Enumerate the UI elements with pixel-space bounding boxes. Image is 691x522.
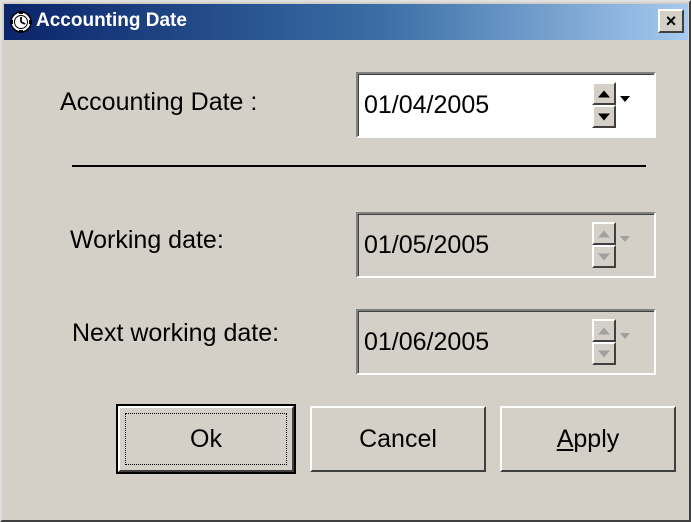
next-working-date-value: 01/06/2005	[364, 328, 490, 356]
apply-button-label: Apply	[557, 425, 620, 454]
accounting-date-spin-up-button[interactable]	[592, 82, 616, 105]
accounting-date-spinner[interactable]	[592, 82, 616, 128]
apply-label-rest: pply	[573, 424, 620, 453]
accounting-date-spin-down-button[interactable]	[592, 105, 616, 128]
cancel-button[interactable]: Cancel	[310, 406, 486, 472]
arrow-up-icon	[598, 327, 610, 334]
cancel-button-label: Cancel	[359, 424, 437, 453]
next-working-date-spin-down-button	[592, 342, 616, 365]
arrow-up-icon	[598, 230, 610, 237]
arrow-down-icon	[598, 350, 610, 357]
apply-button[interactable]: Apply	[500, 406, 676, 472]
accounting-date-dropdown-icon[interactable]	[620, 96, 630, 102]
working-date-spin-down-button	[592, 245, 616, 268]
next-working-date-spinner	[592, 319, 616, 365]
arrow-down-icon	[598, 253, 610, 260]
close-icon: ×	[665, 11, 677, 31]
next-working-date-spin-up-button	[592, 319, 616, 342]
working-date-value: 01/05/2005	[364, 231, 490, 259]
accounting-date-picker[interactable]: 01/04/2005	[356, 72, 656, 138]
separator-line	[72, 165, 646, 167]
accounting-date-label: Accounting Date :	[60, 88, 258, 116]
working-date-picker: 01/05/2005	[356, 212, 656, 278]
focus-rectangle	[125, 413, 287, 465]
accounting-date-value[interactable]: 01/04/2005	[364, 91, 489, 120]
apply-accelerator: A	[556, 424, 574, 453]
ok-button[interactable]: Ok	[116, 404, 296, 474]
accounting-date-dialog: Accounting Date × Accounting Date : 01/0…	[0, 0, 691, 522]
next-working-date-dropdown-icon	[620, 333, 630, 339]
window-title: Accounting Date	[36, 10, 187, 31]
next-working-date-label: Next working date:	[72, 319, 280, 347]
title-bar[interactable]: Accounting Date ×	[4, 4, 688, 40]
next-working-date-picker: 01/06/2005	[356, 309, 656, 375]
working-date-dropdown-icon	[620, 236, 630, 242]
clock-icon	[10, 11, 32, 33]
working-date-label: Working date:	[70, 226, 224, 254]
working-date-spinner	[592, 222, 616, 268]
working-date-spin-up-button	[592, 222, 616, 245]
arrow-down-icon	[598, 113, 610, 120]
arrow-up-icon	[598, 90, 610, 97]
close-button[interactable]: ×	[658, 9, 684, 33]
